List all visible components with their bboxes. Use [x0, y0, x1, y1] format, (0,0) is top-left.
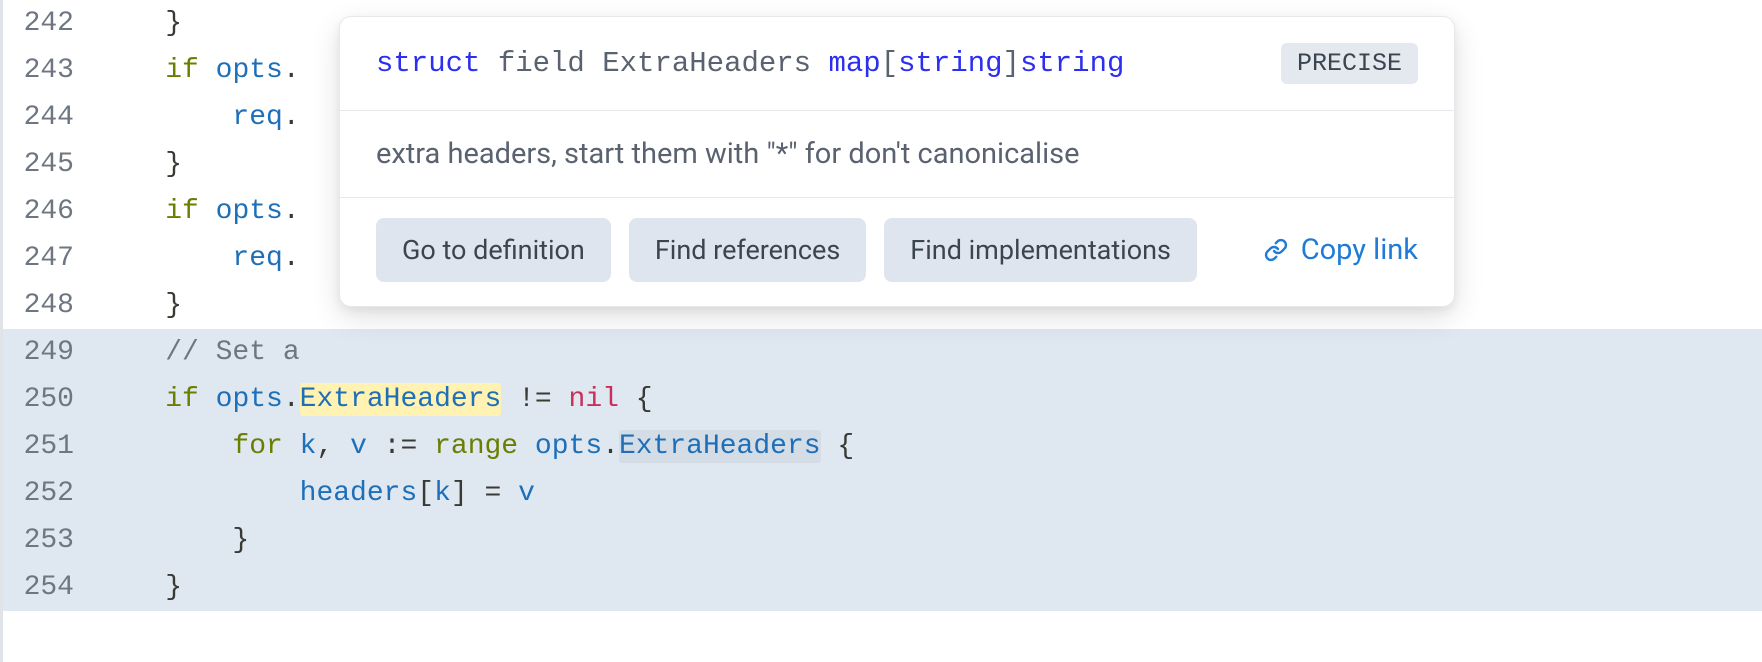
code-line[interactable]: 251 for k, v := range opts.ExtraHeaders …	[3, 423, 1762, 470]
code-content: }	[98, 564, 182, 611]
code-content: if opts.ExtraHeaders != nil {	[98, 376, 653, 423]
code-line[interactable]: 249 // Set a	[3, 329, 1762, 376]
code-content: }	[98, 141, 182, 188]
line-number: 253	[3, 517, 98, 564]
code-content: req.	[98, 94, 300, 141]
code-content: }	[98, 0, 182, 47]
code-line[interactable]: 254 }	[3, 564, 1762, 611]
line-number: 244	[3, 94, 98, 141]
popup-doc: extra headers, start them with "*" for d…	[340, 111, 1454, 198]
code-content: if opts.	[98, 188, 300, 235]
code-line[interactable]: 250 if opts.ExtraHeaders != nil {	[3, 376, 1762, 423]
line-number: 242	[3, 0, 98, 47]
popup-header: struct field ExtraHeaders map[string]str…	[340, 17, 1454, 111]
link-icon	[1261, 238, 1291, 262]
line-number: 254	[3, 564, 98, 611]
line-number: 249	[3, 329, 98, 376]
go-to-definition-button[interactable]: Go to definition	[376, 218, 611, 282]
copy-link-button[interactable]: Copy link	[1261, 233, 1418, 267]
code-content: if opts.	[98, 47, 300, 94]
precise-badge: PRECISE	[1281, 43, 1418, 84]
popup-actions: Go to definition Find references Find im…	[340, 198, 1454, 306]
line-number: 245	[3, 141, 98, 188]
line-number: 250	[3, 376, 98, 423]
code-content: headers[k] = v	[98, 470, 535, 517]
line-number: 243	[3, 47, 98, 94]
symbol-reference: ExtraHeaders	[619, 430, 821, 463]
line-number: 247	[3, 235, 98, 282]
line-number: 246	[3, 188, 98, 235]
code-content: }	[98, 282, 182, 329]
code-line[interactable]: 252 headers[k] = v	[3, 470, 1762, 517]
hover-popup: struct field ExtraHeaders map[string]str…	[339, 16, 1455, 307]
code-content: // Set a	[98, 329, 300, 376]
find-implementations-button[interactable]: Find implementations	[884, 218, 1197, 282]
code-content: }	[98, 517, 249, 564]
find-references-button[interactable]: Find references	[629, 218, 866, 282]
code-editor: 242 } 243 if opts. 244 req. 245 } 246 if…	[0, 0, 1762, 662]
popup-signature: struct field ExtraHeaders map[string]str…	[376, 47, 1124, 80]
line-number: 248	[3, 282, 98, 329]
code-line[interactable]: 253 }	[3, 517, 1762, 564]
code-content: req.	[98, 235, 300, 282]
symbol-highlight: ExtraHeaders	[300, 383, 502, 416]
line-number: 252	[3, 470, 98, 517]
line-number: 251	[3, 423, 98, 470]
copy-link-label: Copy link	[1301, 233, 1418, 267]
code-content: for k, v := range opts.ExtraHeaders {	[98, 423, 854, 470]
